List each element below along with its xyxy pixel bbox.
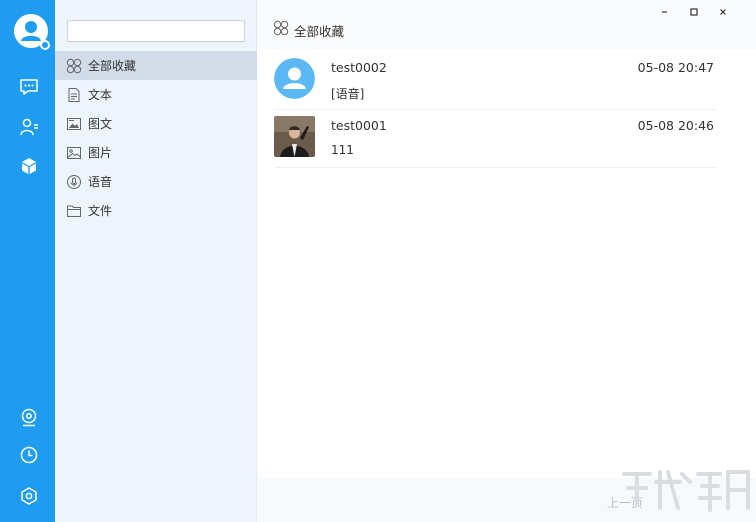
category-list: 全部收藏 文本 图文 图片 语音 文件 bbox=[55, 51, 257, 225]
main-header: 全部收藏 bbox=[257, 0, 756, 50]
page-title-group: 全部收藏 bbox=[273, 20, 344, 40]
favorite-item[interactable]: test0002 [语音] 05-08 20:47 bbox=[274, 52, 716, 110]
category-label: 文本 bbox=[88, 88, 113, 102]
folder-icon bbox=[66, 203, 82, 219]
chat-bubble-icon[interactable] bbox=[17, 75, 41, 99]
category-label: 图片 bbox=[88, 146, 113, 160]
grid-icon bbox=[273, 20, 289, 40]
clock-icon[interactable] bbox=[17, 443, 41, 467]
contacts-icon[interactable] bbox=[17, 115, 41, 139]
picture-icon bbox=[66, 145, 82, 161]
favorite-item[interactable]: test0001 111 05-08 20:46 bbox=[274, 110, 716, 168]
cube-icon[interactable] bbox=[17, 154, 41, 178]
item-name: test0001 bbox=[331, 118, 387, 133]
favorites-window: 全部收藏 文本 图文 图片 语音 文件 全部收藏 test0002 [语音] 0… bbox=[0, 0, 756, 522]
maximize-button[interactable] bbox=[686, 4, 702, 20]
online-status-icon bbox=[40, 40, 50, 50]
category-label: 语音 bbox=[88, 175, 113, 189]
prev-page-link[interactable]: 上一页 bbox=[607, 494, 643, 511]
gear-icon[interactable] bbox=[17, 484, 41, 508]
image-text-icon bbox=[66, 116, 82, 132]
category-label: 文件 bbox=[88, 204, 113, 218]
category-label: 图文 bbox=[88, 117, 113, 131]
category-voice[interactable]: 语音 bbox=[55, 167, 257, 196]
category-file[interactable]: 文件 bbox=[55, 196, 257, 225]
location-icon[interactable] bbox=[17, 405, 41, 429]
favorites-list: test0002 [语音] 05-08 20:47 test0001 111 0… bbox=[274, 52, 716, 168]
photo-avatar bbox=[274, 116, 315, 157]
item-preview: [语音] bbox=[331, 87, 365, 101]
page-title: 全部收藏 bbox=[294, 23, 345, 39]
item-preview: 111 bbox=[331, 143, 354, 157]
item-time: 05-08 20:46 bbox=[637, 118, 714, 133]
left-rail bbox=[0, 0, 55, 522]
grid-icon bbox=[66, 58, 82, 74]
category-label: 全部收藏 bbox=[88, 59, 137, 73]
category-all[interactable]: 全部收藏 bbox=[55, 51, 257, 80]
minimize-button[interactable] bbox=[657, 4, 673, 20]
category-text[interactable]: 文本 bbox=[55, 80, 257, 109]
text-file-icon bbox=[66, 87, 82, 103]
category-picture[interactable]: 图片 bbox=[55, 138, 257, 167]
search-input[interactable] bbox=[67, 20, 245, 42]
default-avatar-icon bbox=[274, 58, 315, 99]
pager: 上一页 bbox=[257, 478, 756, 522]
voice-icon bbox=[66, 174, 82, 190]
main-panel: 全部收藏 test0002 [语音] 05-08 20:47 test0001 … bbox=[257, 0, 756, 522]
category-image-text[interactable]: 图文 bbox=[55, 109, 257, 138]
category-panel: 全部收藏 文本 图文 图片 语音 文件 bbox=[55, 0, 257, 522]
item-name: test0002 bbox=[331, 60, 387, 75]
item-time: 05-08 20:47 bbox=[637, 60, 714, 75]
close-button[interactable] bbox=[715, 4, 731, 20]
